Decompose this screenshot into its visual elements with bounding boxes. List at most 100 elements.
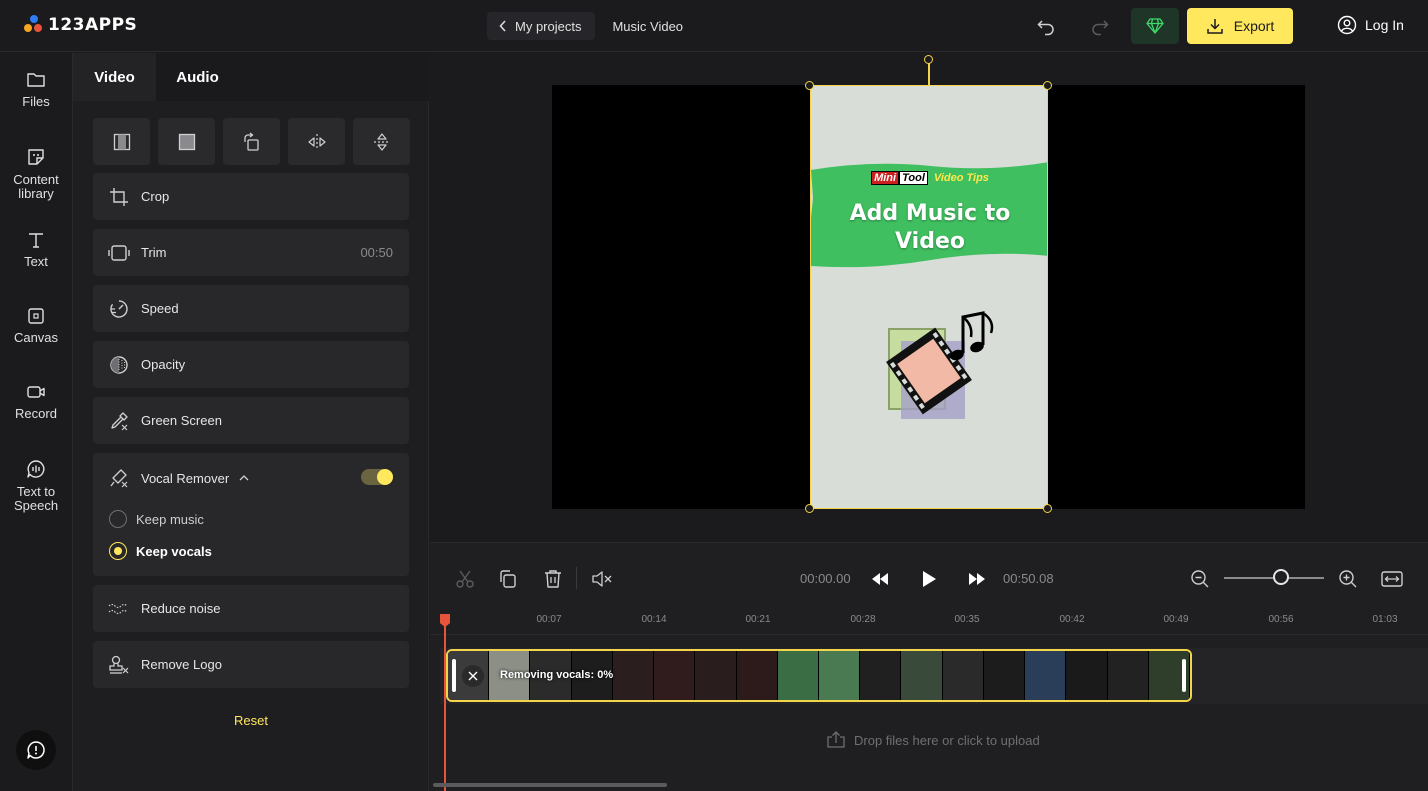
- flip-horizontal-button[interactable]: [288, 118, 345, 165]
- resize-handle-bottom-left[interactable]: [805, 504, 814, 513]
- premium-button[interactable]: [1131, 8, 1179, 44]
- keep-vocals-radio[interactable]: [109, 542, 127, 560]
- playhead-handle[interactable]: [440, 614, 450, 627]
- my-projects-button[interactable]: My projects: [487, 12, 596, 40]
- diamond-icon: [1146, 18, 1164, 34]
- undo-icon: [1037, 20, 1054, 36]
- app-logo[interactable]: 123APPS: [24, 15, 137, 35]
- vocal-remover-header[interactable]: Vocal Remover: [108, 467, 249, 489]
- duplicate-button[interactable]: [496, 567, 520, 591]
- resize-handle-top-left[interactable]: [805, 81, 814, 90]
- cancel-processing-button[interactable]: [462, 665, 484, 687]
- nav-content-library-label: Content library: [13, 172, 59, 201]
- folder-icon: [27, 73, 45, 87]
- processing-status: Removing vocals: 0%: [500, 669, 614, 681]
- zoom-out-button[interactable]: [1188, 567, 1212, 591]
- delete-button[interactable]: [541, 567, 565, 591]
- project-title[interactable]: Music Video: [612, 19, 683, 34]
- flip-horizontal-icon: [307, 133, 326, 150]
- speed-label: Speed: [141, 301, 179, 316]
- eyedropper-icon: [108, 410, 130, 432]
- rotate-handle[interactable]: [924, 55, 933, 64]
- current-time: 00:00.00: [800, 571, 851, 586]
- preview-area: Mini Tool Video Tips Add Music to Video: [430, 53, 1428, 541]
- speed-row[interactable]: Speed: [93, 285, 409, 332]
- keep-vocals-option[interactable]: Keep vocals: [109, 542, 212, 560]
- rotate-handle-line: [928, 63, 930, 85]
- reduce-noise-row[interactable]: Reduce noise: [93, 585, 409, 632]
- timeline-video-clip[interactable]: Removing vocals: 0%: [446, 649, 1192, 702]
- ruler-tick: 01:03: [1372, 614, 1398, 625]
- tab-video[interactable]: Video: [73, 53, 156, 101]
- chevron-left-icon: [499, 20, 506, 32]
- ruler-baseline: [430, 634, 1428, 635]
- top-bar: 123APPS My projects Music Video Export L…: [0, 0, 1428, 52]
- chevron-up-icon: [239, 475, 249, 481]
- ruler-tick: 00:28: [850, 614, 876, 625]
- play-button[interactable]: [917, 567, 941, 591]
- clip-trim-handle-right[interactable]: [1182, 659, 1186, 692]
- nav-text-to-speech[interactable]: Text to Speech: [0, 459, 72, 513]
- zoom-in-button[interactable]: [1336, 567, 1360, 591]
- feedback-icon: [27, 741, 45, 759]
- canvas-icon: [28, 308, 44, 324]
- split-button[interactable]: [453, 567, 477, 591]
- nav-text[interactable]: Text: [0, 231, 72, 269]
- reduce-noise-label: Reduce noise: [141, 601, 221, 616]
- zoom-slider-knob[interactable]: [1273, 569, 1289, 585]
- flip-vertical-button[interactable]: [353, 118, 410, 165]
- nav-content-library[interactable]: Content library: [0, 147, 72, 201]
- resize-handle-top-right[interactable]: [1043, 81, 1052, 90]
- redo-button[interactable]: [1088, 14, 1112, 38]
- trim-row[interactable]: Trim 00:50: [93, 229, 409, 276]
- sticker-icon: [28, 149, 44, 165]
- ruler-tick: 00:56: [1268, 614, 1294, 625]
- brand-mini: Mini: [871, 171, 900, 185]
- nav-record[interactable]: Record: [0, 383, 72, 421]
- crop-row[interactable]: Crop: [93, 173, 409, 220]
- redo-icon: [1092, 20, 1109, 36]
- stamp-off-icon: [108, 654, 130, 676]
- resize-handle-bottom-right[interactable]: [1043, 504, 1052, 513]
- playhead[interactable]: [444, 616, 446, 791]
- rotate-button[interactable]: [223, 118, 280, 165]
- nav-tts-label: Text to Speech: [13, 484, 59, 513]
- reset-button[interactable]: Reset: [73, 713, 429, 728]
- remove-logo-row[interactable]: Remove Logo: [93, 641, 409, 688]
- scissors-icon: [456, 570, 474, 588]
- selected-video-clip[interactable]: Mini Tool Video Tips Add Music to Video: [810, 85, 1048, 509]
- crop-label: Crop: [141, 189, 170, 204]
- tab-audio[interactable]: Audio: [156, 53, 239, 101]
- clip-trim-handle-left[interactable]: [452, 659, 456, 692]
- fill-button[interactable]: [158, 118, 215, 165]
- opacity-row[interactable]: Opacity: [93, 341, 409, 388]
- upload-dropzone[interactable]: Drop files here or click to upload: [826, 731, 1040, 749]
- nav-canvas[interactable]: Canvas: [0, 307, 72, 345]
- nav-files[interactable]: Files: [0, 71, 72, 109]
- fast-forward-button[interactable]: [965, 567, 989, 591]
- brand-tips: Video Tips: [933, 172, 989, 184]
- rewind-button[interactable]: [868, 567, 892, 591]
- user-circle-icon: [1337, 15, 1357, 35]
- remove-logo-label: Remove Logo: [141, 657, 222, 672]
- nav-record-label: Record: [15, 406, 57, 421]
- trim-label: Trim: [141, 245, 167, 260]
- zoom-out-icon: [1191, 570, 1209, 588]
- brand-tool: Tool: [899, 171, 928, 185]
- mute-button[interactable]: [590, 567, 614, 591]
- login-button[interactable]: Log In: [1337, 15, 1404, 35]
- undo-button[interactable]: [1034, 14, 1058, 38]
- timeline-scrollbar[interactable]: [433, 783, 667, 787]
- toolbar-divider: [576, 567, 577, 589]
- crop-icon: [108, 186, 130, 208]
- fit-button[interactable]: [93, 118, 150, 165]
- fit-timeline-button[interactable]: [1380, 567, 1404, 591]
- keep-music-option[interactable]: Keep music: [109, 510, 204, 528]
- green-screen-row[interactable]: Green Screen: [93, 397, 409, 444]
- help-button[interactable]: [16, 730, 56, 770]
- close-icon: [468, 671, 478, 681]
- export-button[interactable]: Export: [1187, 8, 1293, 44]
- export-label: Export: [1233, 18, 1275, 34]
- vocal-remover-toggle[interactable]: [361, 469, 393, 485]
- keep-music-radio[interactable]: [109, 510, 127, 528]
